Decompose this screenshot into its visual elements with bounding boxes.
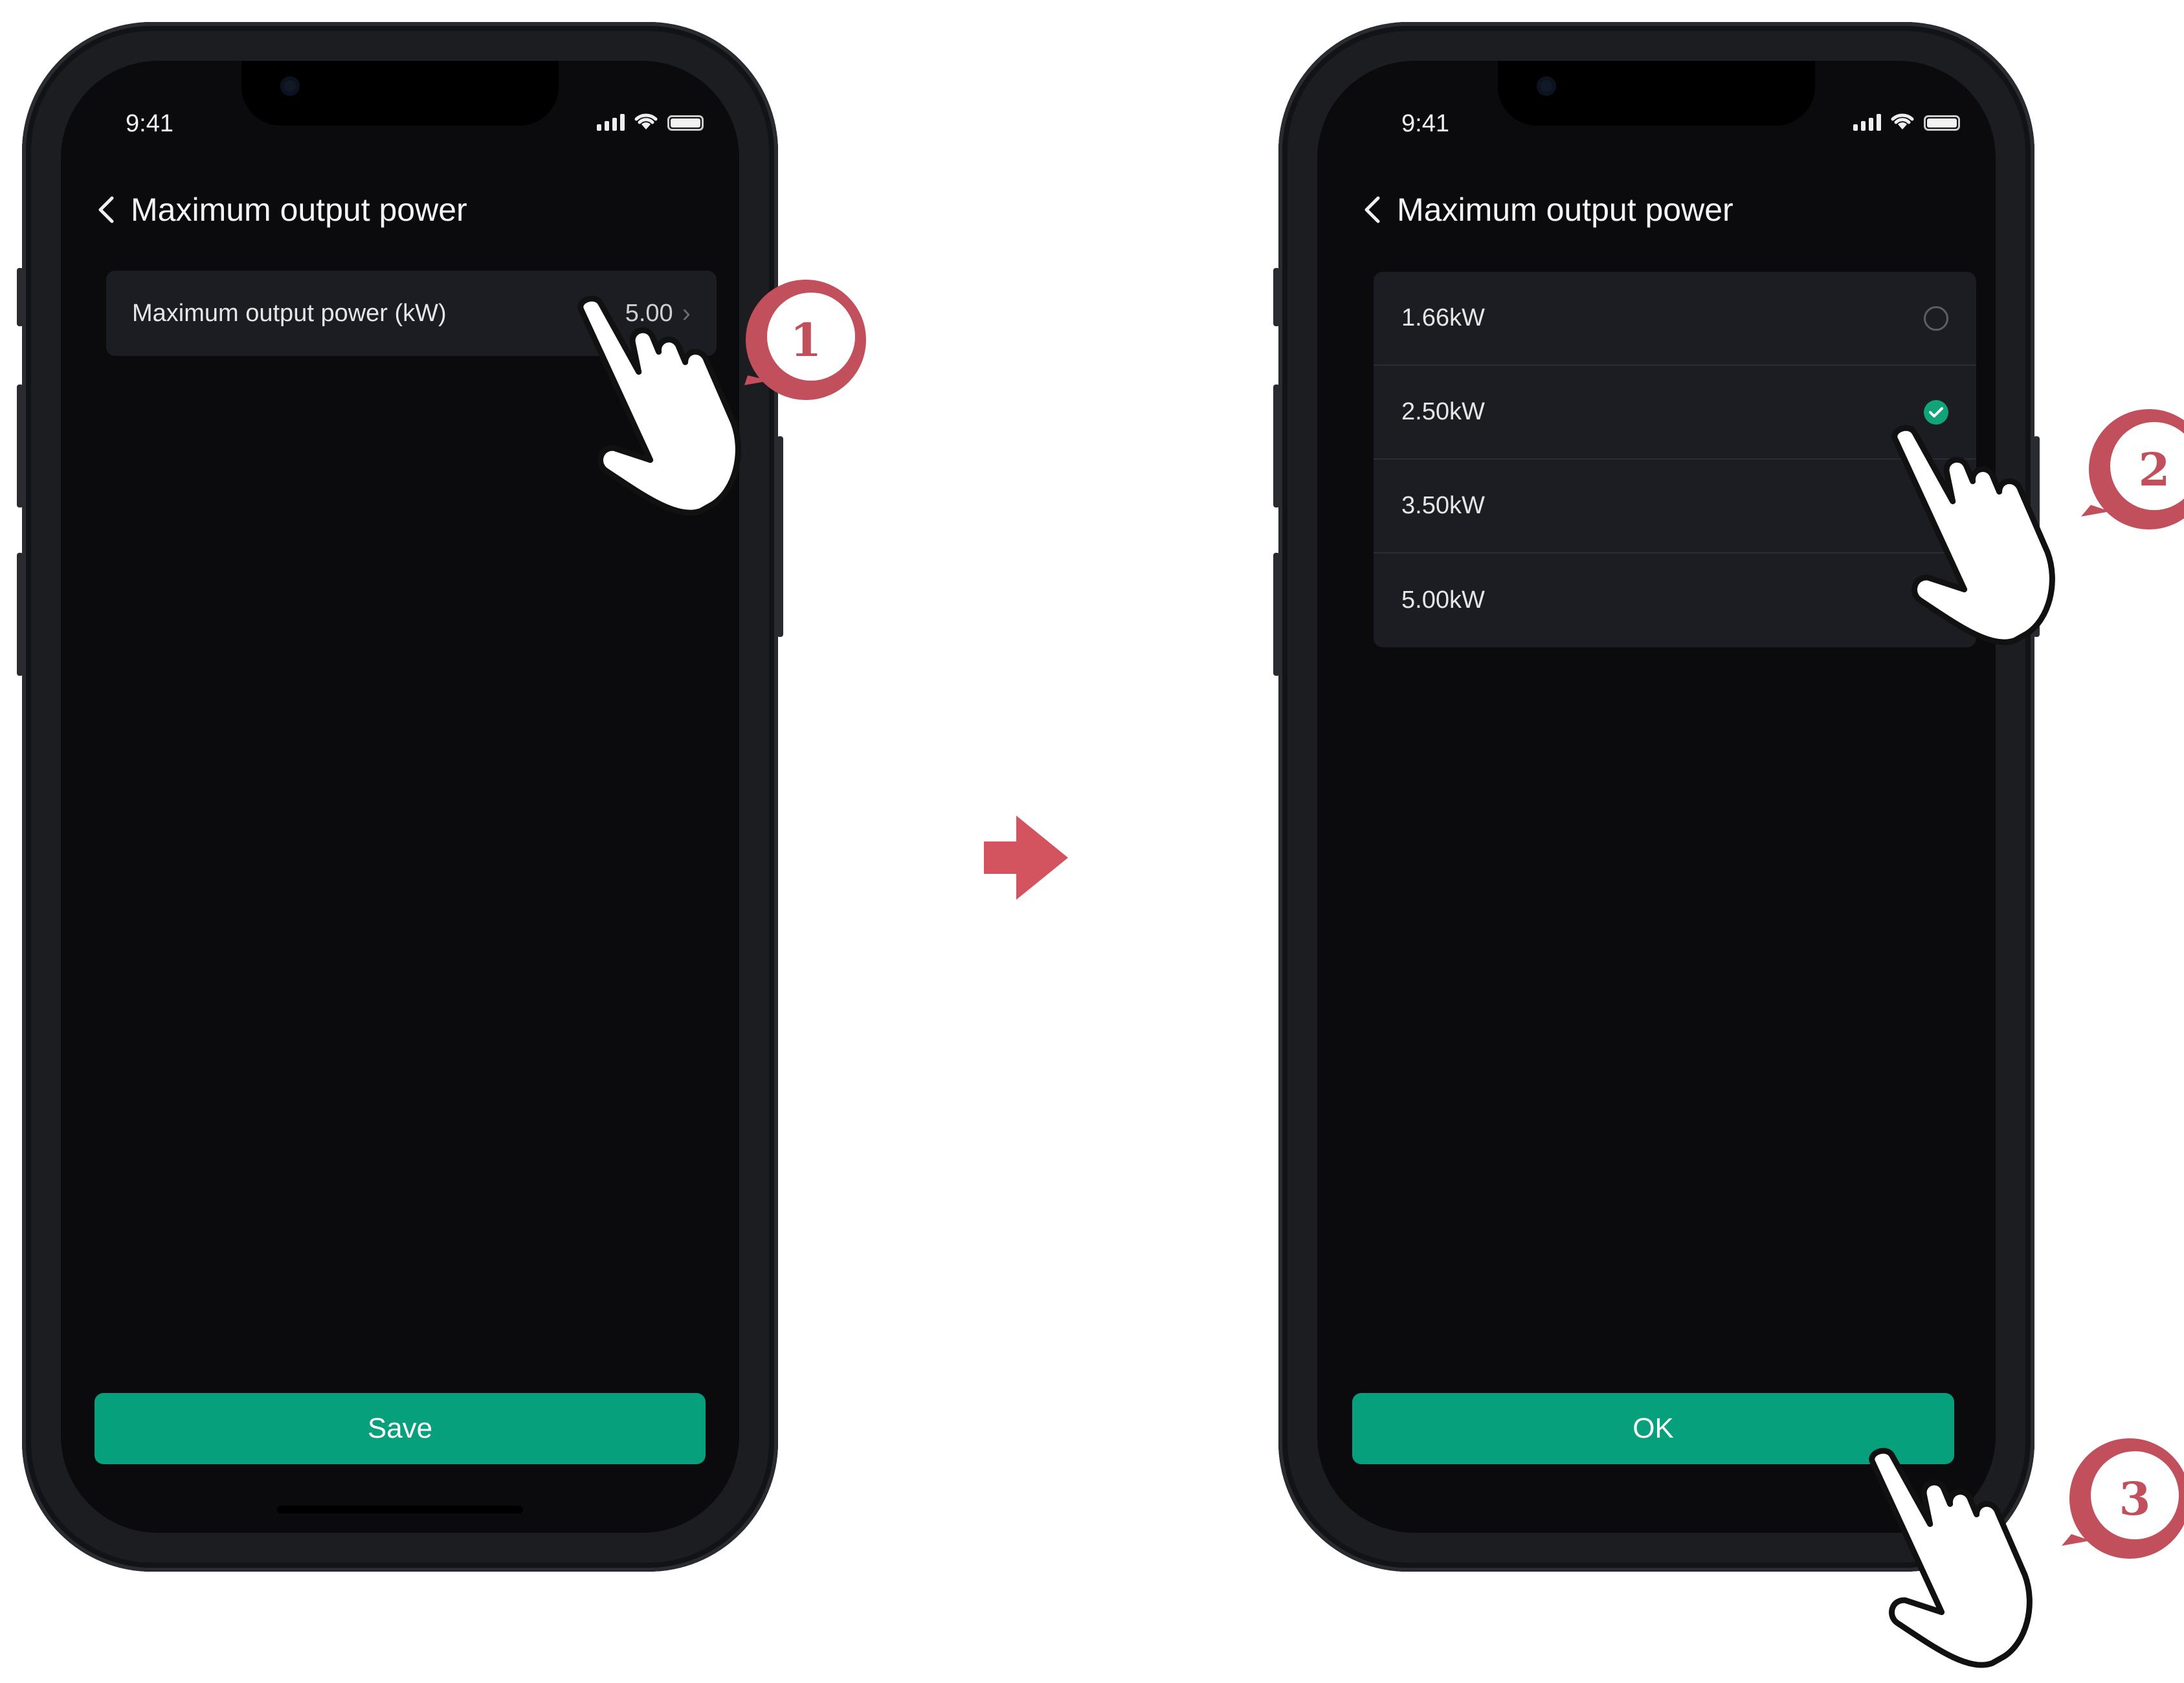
signal-icon xyxy=(1853,114,1881,131)
wifi-icon xyxy=(634,113,658,129)
battery-icon xyxy=(667,115,704,131)
step-badge-2: 2 xyxy=(2075,408,2184,537)
status-icons xyxy=(1853,111,1960,131)
arrow-right-icon xyxy=(984,816,1068,900)
step-badge-1: 1 xyxy=(744,278,880,408)
nav-bar: Maximum output power xyxy=(1353,190,1733,229)
page-title: Maximum output power xyxy=(131,192,467,228)
back-chevron-icon[interactable] xyxy=(1353,190,1392,229)
save-button[interactable]: Save xyxy=(95,1393,706,1464)
tap-hand-icon xyxy=(1822,1431,2068,1683)
step-number: 2 xyxy=(2138,442,2170,496)
wifi-icon xyxy=(1891,113,1914,129)
notch xyxy=(241,61,559,126)
page-title: Maximum output power xyxy=(1397,192,1733,228)
home-indicator xyxy=(277,1506,523,1513)
signal-icon xyxy=(597,114,625,131)
tap-hand-icon xyxy=(1845,408,2091,660)
screen-power-options: 9:41 Maximum output power 1.66kW 2.50kW xyxy=(1317,61,1996,1533)
notch xyxy=(1498,61,1815,126)
status-time: 9:41 xyxy=(1401,110,1449,137)
step-badge-3: 3 xyxy=(2055,1437,2184,1566)
step-number: 1 xyxy=(790,313,822,367)
status-icons xyxy=(597,111,704,131)
camera-icon xyxy=(280,76,300,96)
status-time: 9:41 xyxy=(126,110,173,137)
radio-unselected-icon[interactable] xyxy=(1924,306,1948,331)
phone-frame-right: 9:41 Maximum output power 1.66kW 2.50kW xyxy=(1273,22,2040,1572)
option-1.66kw[interactable]: 1.66kW xyxy=(1374,272,1976,366)
step-number: 3 xyxy=(2119,1471,2151,1526)
battery-icon xyxy=(1924,115,1960,131)
phone-frame-left: 9:41 Maximum output power Maximum output… xyxy=(17,22,783,1572)
option-label: 1.66kW xyxy=(1401,304,1485,331)
camera-icon xyxy=(1537,76,1556,96)
tap-hand-icon xyxy=(531,278,777,531)
back-chevron-icon[interactable] xyxy=(87,190,126,229)
nav-bar: Maximum output power xyxy=(87,190,467,229)
